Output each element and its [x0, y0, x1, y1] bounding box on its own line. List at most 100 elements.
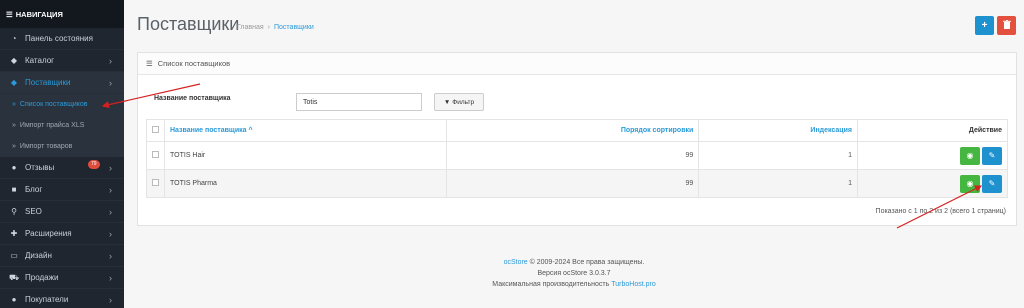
double-chevron-icon: »: [12, 143, 16, 150]
filter-button-label: Фильтр: [452, 98, 475, 106]
breadcrumb-home[interactable]: Главная: [237, 24, 264, 31]
chevron-right-icon: ›: [109, 228, 112, 239]
table-header-row: Название поставщика ^ Порядок сортировки…: [146, 119, 1008, 142]
supplier-sort-order: 99: [446, 141, 700, 170]
supplier-list-panel: ☰ Список поставщиков Название поставщика…: [137, 52, 1017, 226]
page-title: Поставщики: [137, 14, 240, 34]
chevron-right-icon: ›: [109, 55, 112, 66]
reviews-count-badge: 79: [88, 160, 100, 169]
sidebar-item-label: Дизайн: [25, 251, 52, 260]
pencil-icon: ✎: [988, 178, 996, 188]
eye-icon: ◉: [966, 178, 974, 188]
footer-version: Версия ocStore 3.0.3.7: [537, 270, 611, 277]
footer-copyright: © 2009-2024 Все права защищены.: [529, 259, 645, 266]
column-header-action: Действие: [857, 119, 1008, 142]
sidebar-item-reviews[interactable]: ● Отзывы 79 ›: [0, 157, 124, 179]
select-all-checkbox[interactable]: [146, 119, 165, 142]
sidebar-item-customers[interactable]: ● Покупатели ›: [0, 289, 124, 308]
sidebar-subitem-import-products[interactable]: » Импорт товаров: [0, 136, 124, 157]
sidebar-subitem-supplier-list[interactable]: » Список поставщиков: [0, 94, 124, 115]
trash-icon: [1002, 20, 1011, 31]
menu-icon[interactable]: ☰: [6, 10, 13, 19]
row-checkbox[interactable]: [146, 169, 165, 198]
breadcrumb-separator: ›: [267, 24, 270, 31]
footer-brand-link[interactable]: ocStore: [504, 259, 528, 266]
edit-button[interactable]: ✎: [982, 146, 1002, 165]
sidebar-item-label: Панель состояния: [25, 34, 93, 43]
breadcrumb: Главная › Поставщики: [237, 24, 314, 31]
chevron-right-icon: ›: [109, 272, 112, 283]
nav-header-label: НАВИГАЦИЯ: [15, 9, 63, 19]
breadcrumb-suppliers[interactable]: Поставщики: [274, 24, 314, 31]
sidebar-subitem-label: Импорт товаров: [19, 143, 73, 150]
add-supplier-button[interactable]: +: [975, 16, 994, 35]
sidebar-item-label: Покупатели: [25, 295, 69, 304]
double-chevron-icon: »: [12, 122, 16, 129]
sidebar-item-label: Поставщики: [25, 78, 71, 87]
footer-hosting-text: Максимальная производительность: [492, 281, 610, 288]
delete-button[interactable]: [997, 16, 1016, 35]
table-row: TOTIS Hair 99 1 ◉ ✎: [146, 141, 1008, 170]
chevron-right-icon: ›: [109, 294, 112, 305]
footer-hosting-link[interactable]: TurboHost.pro: [611, 281, 655, 288]
plus-icon: +: [981, 20, 988, 31]
sidebar-item-design[interactable]: ▭ Дизайн ›: [0, 245, 124, 267]
sidebar-item-extensions[interactable]: ✚ Расширения ›: [0, 223, 124, 245]
chevron-right-icon: ›: [109, 77, 112, 88]
row-checkbox[interactable]: [146, 141, 165, 170]
sidebar-item-label: SEO: [25, 207, 42, 216]
table-row: TOTIS Pharma 99 1 ◉ ✎: [146, 169, 1008, 198]
sidebar-item-label: Каталог: [25, 56, 55, 65]
cart-icon: ⛟: [8, 272, 20, 282]
edit-button[interactable]: ✎: [982, 174, 1002, 193]
sidebar-subitem-import-xls[interactable]: » Импорт прайса XLS: [0, 115, 124, 136]
row-actions: ◉ ✎: [857, 141, 1008, 170]
sidebar-item-label: Продажи: [25, 273, 59, 282]
filter-name-label: Название поставщика: [154, 95, 231, 102]
column-header-sort-order[interactable]: Порядок сортировки: [446, 119, 700, 142]
sidebar-item-label: Блог: [25, 185, 43, 194]
column-header-indexing[interactable]: Индексация: [698, 119, 858, 142]
tag-icon: ◆: [10, 78, 18, 87]
monitor-icon: ▭: [10, 251, 18, 260]
sidebar-item-blog[interactable]: ■ Блог ›: [0, 179, 124, 201]
filter-name-input[interactable]: Totis: [296, 93, 422, 111]
filter-icon: ▼: [443, 98, 451, 106]
view-button[interactable]: ◉: [960, 146, 980, 165]
list-icon: ☰: [146, 59, 153, 68]
dashboard-icon: ◔: [11, 34, 17, 43]
blog-icon: ■: [11, 185, 17, 194]
user-icon: ●: [11, 163, 17, 172]
supplier-name: TOTIS Hair: [163, 141, 448, 170]
sidebar-item-suppliers[interactable]: ◆ Поставщики ›: [0, 72, 124, 94]
view-button[interactable]: ◉: [960, 174, 980, 193]
pagination-info: Показано с 1 по 2 из 2 (всего 1 страниц): [875, 208, 1006, 215]
sidebar-subitem-label: Список поставщиков: [19, 101, 88, 108]
sidebar-item-dashboard[interactable]: ◔ Панель состояния: [0, 28, 124, 50]
panel-heading: ☰ Список поставщиков: [138, 53, 1016, 75]
sidebar-subitem-label: Импорт прайса XLS: [19, 122, 85, 129]
eye-icon: ◉: [966, 150, 974, 160]
sidebar-item-seo[interactable]: ⚲ SEO ›: [0, 201, 124, 223]
chevron-right-icon: ›: [109, 206, 112, 217]
sidebar-item-label: Расширения: [25, 229, 72, 238]
footer-hosting-line: Максимальная производительность TurboHos…: [124, 279, 1024, 290]
sidebar-item-label: Отзывы: [25, 163, 55, 172]
sidebar-item-sales[interactable]: ⛟ Продажи ›: [0, 267, 124, 289]
supplier-indexing: 1: [698, 169, 858, 198]
chevron-right-icon: ›: [109, 250, 112, 261]
double-chevron-icon: »: [12, 101, 16, 108]
filter-button[interactable]: ▼ Фильтр: [434, 93, 484, 111]
nav-header: ☰ НАВИГАЦИЯ: [0, 0, 124, 28]
sidebar-item-catalog[interactable]: ◆ Каталог ›: [0, 50, 124, 72]
suppliers-table: Название поставщика ^ Порядок сортировки…: [146, 119, 1008, 198]
footer-copyright-line: ocStore © 2009-2024 Все права защищены.: [124, 257, 1024, 268]
supplier-name: TOTIS Pharma: [163, 169, 448, 198]
user-icon: ●: [11, 295, 17, 304]
chevron-right-icon: ›: [109, 184, 112, 195]
supplier-sort-order: 99: [446, 169, 700, 198]
panel-title: Список поставщиков: [157, 59, 231, 68]
pencil-icon: ✎: [988, 150, 996, 160]
sidebar: ☰ НАВИГАЦИЯ ◔ Панель состояния ◆ Каталог…: [0, 0, 124, 308]
column-header-name[interactable]: Название поставщика ^: [163, 119, 448, 142]
